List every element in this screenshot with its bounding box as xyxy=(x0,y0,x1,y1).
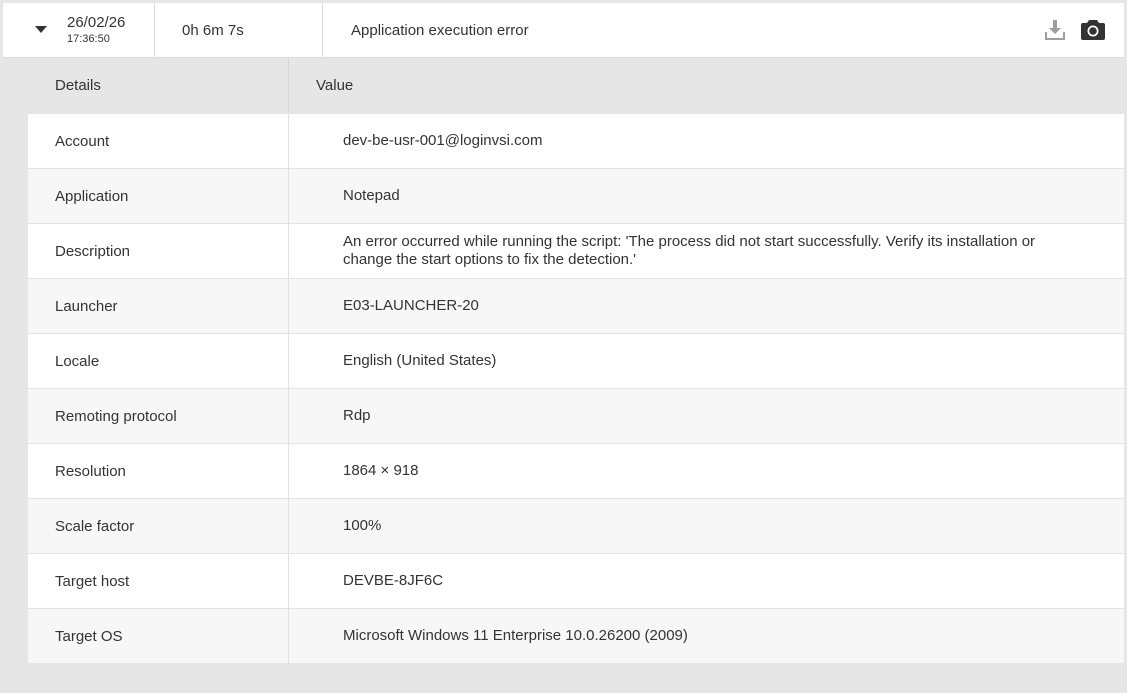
header-value: Value xyxy=(316,76,354,94)
detail-value: An error occurred while running the scri… xyxy=(343,233,1036,268)
detail-key: Target OS xyxy=(28,609,289,663)
detail-key: Scale factor xyxy=(28,499,289,553)
details-table: Details Value Account dev-be-usr-001@logi… xyxy=(28,58,1124,663)
table-row: Launcher E03-LAUNCHER-20 xyxy=(28,278,1124,333)
event-duration: 0h 6m 7s xyxy=(155,3,323,57)
detail-key: Remoting protocol xyxy=(28,389,289,443)
event-message: Application execution error xyxy=(351,21,529,39)
event-summary-row[interactable]: 26/02/26 17:36:50 0h 6m 7s Application e… xyxy=(3,3,1124,58)
event-date: 26/02/26 xyxy=(67,13,126,31)
detail-key: Locale xyxy=(28,334,289,388)
header-details: Details xyxy=(28,58,289,112)
details-table-header: Details Value xyxy=(28,58,1124,113)
table-row: Description An error occurred while runni… xyxy=(28,223,1124,278)
detail-value: English (United States) xyxy=(343,352,497,369)
table-row: Resolution 1864 × 918 xyxy=(28,443,1124,498)
table-row: Scale factor 100% xyxy=(28,498,1124,553)
camera-icon[interactable] xyxy=(1080,17,1106,43)
table-row: Application Notepad xyxy=(28,168,1124,223)
event-panel: 26/02/26 17:36:50 0h 6m 7s Application e… xyxy=(3,3,1124,690)
event-time: 17:36:50 xyxy=(67,33,110,46)
table-row: Remoting protocol Rdp xyxy=(28,388,1124,443)
detail-key: Launcher xyxy=(28,279,289,333)
detail-value: 1864 × 918 xyxy=(343,462,419,479)
detail-key: Application xyxy=(28,169,289,223)
detail-value: 100% xyxy=(343,517,382,534)
row-actions xyxy=(1042,17,1124,43)
download-icon[interactable] xyxy=(1042,17,1068,43)
detail-value: Microsoft Windows 11 Enterprise 10.0.262… xyxy=(343,627,688,644)
detail-value: DEVBE-8JF6C xyxy=(343,572,444,589)
table-row: Target host DEVBE-8JF6C xyxy=(28,553,1124,608)
timestamp: 26/02/26 17:36:50 xyxy=(67,13,126,46)
detail-key: Resolution xyxy=(28,444,289,498)
table-row: Target OS Microsoft Windows 11 Enterprise… xyxy=(28,608,1124,663)
caret-down-icon[interactable] xyxy=(23,3,59,57)
detail-value: Notepad xyxy=(343,187,400,204)
detail-value: dev-be-usr-001@loginvsi.com xyxy=(343,132,543,149)
table-row: Account dev-be-usr-001@loginvsi.com xyxy=(28,113,1124,168)
toggle-cell: 26/02/26 17:36:50 xyxy=(3,3,155,57)
table-row: Locale English (United States) xyxy=(28,333,1124,388)
detail-key: Description xyxy=(28,224,289,278)
detail-value: E03-LAUNCHER-20 xyxy=(343,297,479,314)
detail-key: Account xyxy=(28,114,289,168)
detail-value: Rdp xyxy=(343,407,371,424)
detail-key: Target host xyxy=(28,554,289,608)
